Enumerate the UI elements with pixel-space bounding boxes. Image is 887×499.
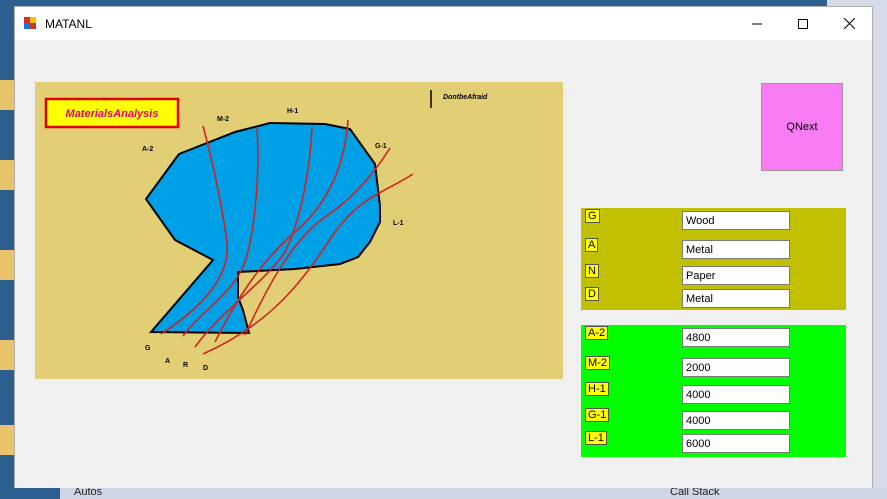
quantity-field-l1[interactable] (682, 434, 790, 453)
ide-bottom-tabs: Autos Call Stack (60, 486, 887, 499)
close-icon (843, 18, 855, 29)
map-label-m2: M-2 (217, 116, 229, 123)
material-tag-n: N (585, 264, 599, 278)
badge-text: MaterialsAnalysis (66, 108, 159, 120)
map-label-d: D (203, 365, 208, 372)
maximize-icon (798, 18, 808, 29)
map-label-h1: H-1 (287, 108, 298, 115)
window-title: MATANL (45, 17, 92, 31)
desktop-folder-icon[interactable] (0, 160, 14, 190)
app-window: MATANL MaterialsAnalysis DontbeAfraid M-… (14, 6, 873, 488)
map-label-r: R (183, 362, 188, 369)
material-field-a[interactable] (682, 240, 790, 259)
quantity-tag-h1: H-1 (585, 382, 609, 396)
quantity-tag-a2: A-2 (585, 326, 609, 340)
map-label-a: A (165, 358, 170, 365)
quantity-tag-l1: L-1 (585, 431, 607, 445)
desktop-folder-icon[interactable] (0, 80, 14, 110)
quantity-field-h1[interactable] (682, 385, 790, 404)
qnext-button[interactable]: QNext (761, 83, 843, 171)
desktop-folder-icon[interactable] (0, 340, 14, 370)
form-client-area: MaterialsAnalysis DontbeAfraid M-2 H-1 A… (15, 40, 872, 488)
map-label-a2: A-2 (142, 146, 153, 153)
quantity-tag-g1: G-1 (585, 408, 610, 422)
material-tag-a: A (585, 238, 599, 252)
map-label-g: G (145, 345, 151, 352)
material-field-n[interactable] (682, 266, 790, 285)
material-field-g[interactable] (682, 211, 790, 230)
map-label-l1: L-1 (393, 220, 404, 227)
material-field-d[interactable] (682, 289, 790, 308)
quantity-field-a2[interactable] (682, 328, 790, 347)
app-icon (24, 17, 36, 29)
material-tag-g: G (585, 209, 600, 223)
quantity-field-m2[interactable] (682, 358, 790, 377)
quantity-field-g1[interactable] (682, 411, 790, 430)
minimize-button[interactable] (734, 7, 780, 40)
close-button[interactable] (826, 7, 872, 40)
materials-map-image: MaterialsAnalysis DontbeAfraid M-2 H-1 A… (35, 82, 563, 379)
map-label-g1: G-1 (375, 143, 387, 150)
signature-text: DontbeAfraid (443, 94, 488, 101)
material-tag-d: D (585, 287, 599, 301)
desktop-folder-icon[interactable] (0, 425, 14, 455)
quantity-tag-m2: M-2 (585, 356, 610, 370)
minimize-icon (752, 23, 762, 24)
desktop-folder-icon[interactable] (0, 250, 14, 280)
materials-panel: G A N D (581, 208, 846, 310)
title-bar[interactable]: MATANL (15, 7, 872, 40)
maximize-button[interactable] (780, 7, 826, 40)
quantities-panel: A-2 M-2 H-1 G-1 L-1 (581, 325, 846, 457)
